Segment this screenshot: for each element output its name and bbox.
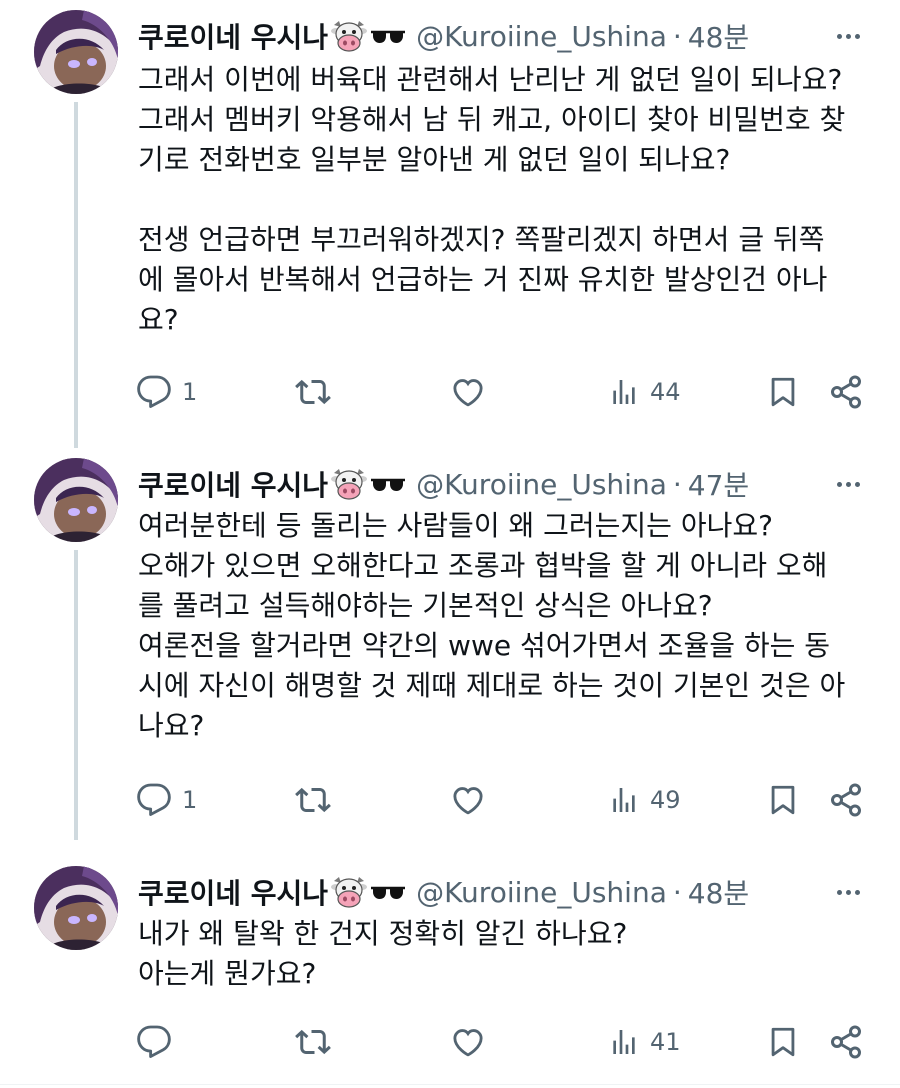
heart-icon — [453, 379, 483, 407]
views-button[interactable]: 44 — [608, 370, 681, 414]
sunglasses-icon — [370, 882, 406, 902]
user-handle[interactable]: @Kuroiine_Ushina — [416, 876, 667, 909]
share-icon — [831, 375, 861, 409]
text-line: 에 몰아서 반복해서 언급하는 거 진짜 유치한 발상인건 아나 — [138, 263, 828, 296]
share-button[interactable] — [828, 778, 864, 822]
timestamp[interactable]: 47분 — [688, 464, 749, 504]
text-line: 그래서 이번에 버육대 관련해서 난리난 게 없던 일이 되나요? — [138, 63, 843, 96]
share-icon — [831, 783, 861, 817]
text-line: 여론전을 할거라면 약간의 wwe 섞어가면서 조율을 하는 동 — [138, 629, 831, 662]
avatar[interactable] — [34, 866, 118, 950]
more-dots-icon[interactable] — [830, 466, 866, 502]
tweet-header: 쿠로이네 우시나 @Kuroiine_Ushina · 48분 — [138, 16, 870, 56]
retweet-icon — [295, 1029, 331, 1055]
cow-face-icon — [330, 19, 368, 53]
views-bar-chart-icon — [613, 1030, 635, 1054]
more-dots-icon[interactable] — [830, 18, 866, 54]
cow-face-icon — [330, 467, 368, 501]
tweet-header: 쿠로이네 우시나 @Kuroiine_Ushina · 48분 — [138, 872, 870, 912]
like-button[interactable] — [450, 1020, 496, 1064]
like-button[interactable] — [450, 778, 496, 822]
sunglasses-icon — [370, 474, 406, 494]
bookmark-button[interactable] — [766, 778, 800, 822]
bookmark-button[interactable] — [766, 1020, 800, 1064]
bookmark-icon — [771, 785, 795, 815]
user-handle[interactable]: @Kuroiine_Ushina — [416, 20, 667, 53]
separator-dot: · — [672, 467, 682, 501]
view-count: 44 — [650, 378, 681, 406]
share-icon — [831, 1025, 861, 1059]
display-name[interactable]: 쿠로이네 우시나 — [138, 464, 328, 504]
reply-button[interactable]: 1 — [136, 370, 197, 414]
tweet-text: 여러분한테 등 돌리는 사람들이 왜 그러는지는 아나요? 오해가 있으면 오해… — [138, 506, 860, 746]
text-line: 오해가 있으면 오해한다고 조롱과 협박을 할 게 아니라 오해 — [138, 549, 828, 582]
timestamp[interactable]: 48분 — [688, 16, 749, 56]
tweet-text: 내가 왜 탈왁 한 건지 정확히 알긴 하나요? 아는게 뭔가요? — [138, 914, 860, 994]
reply-button[interactable]: 1 — [136, 778, 197, 822]
text-line: 내가 왜 탈왁 한 건지 정확히 알긴 하나요? — [138, 917, 628, 950]
retweet-icon — [295, 379, 331, 405]
text-line: 요? — [138, 303, 179, 336]
action-bar: 1 44 — [136, 370, 876, 414]
text-line: 시에 자신이 해명할 것 제때 제대로 하는 것이 기본인 것은 아 — [138, 669, 846, 702]
views-button[interactable]: 49 — [608, 778, 681, 822]
sunglasses-icon — [370, 26, 406, 46]
action-bar: 1 49 — [136, 778, 876, 822]
share-button[interactable] — [828, 1020, 864, 1064]
retweet-icon — [295, 787, 331, 813]
tweet-header: 쿠로이네 우시나 @Kuroiine_Ushina · 47분 — [138, 464, 870, 504]
separator-dot: · — [672, 875, 682, 909]
tweet-3[interactable]: 쿠로이네 우시나 @Kuroiine_Ushina · 48분 내가 왜 탈왁 … — [0, 866, 900, 1076]
retweet-button[interactable] — [294, 778, 342, 822]
more-dots-icon[interactable] — [830, 874, 866, 910]
share-button[interactable] — [828, 370, 864, 414]
views-button[interactable]: 41 — [608, 1020, 681, 1064]
text-line: 나요? — [138, 709, 205, 742]
text-line: 그래서 멤버키 악용해서 남 뒤 캐고, 아이디 찾아 비밀번호 찾 — [138, 103, 846, 136]
avatar[interactable] — [34, 458, 118, 542]
text-line: 아는게 뭔가요? — [138, 957, 317, 990]
display-name[interactable]: 쿠로이네 우시나 — [138, 16, 328, 56]
views-bar-chart-icon — [613, 788, 635, 812]
text-line: 전생 언급하면 부끄러워하겠지? 쪽팔리겠지 하면서 글 뒤쪽 — [138, 223, 825, 256]
view-count: 49 — [650, 786, 681, 814]
thread-line — [74, 550, 78, 840]
reply-button[interactable] — [136, 1020, 182, 1064]
tweet-2[interactable]: 쿠로이네 우시나 @Kuroiine_Ushina · 47분 여러분한테 등 … — [0, 458, 900, 840]
bookmark-button[interactable] — [766, 370, 800, 414]
tweet-1[interactable]: 쿠로이네 우시나 @Kuroiine_Ushina · 48분 그래서 이번에 … — [0, 10, 900, 448]
avatar[interactable] — [34, 10, 118, 94]
timestamp[interactable]: 48분 — [688, 872, 749, 912]
separator-dot: · — [672, 19, 682, 53]
view-count: 41 — [650, 1028, 681, 1056]
retweet-button[interactable] — [294, 370, 342, 414]
reply-count: 1 — [182, 786, 198, 814]
text-line: 를 풀려고 설득해야하는 기본적인 상식은 아나요? — [138, 589, 713, 622]
reply-count: 1 — [182, 378, 198, 406]
text-line: 여러분한테 등 돌리는 사람들이 왜 그러는지는 아나요? — [138, 509, 773, 542]
heart-icon — [453, 787, 483, 815]
reply-icon — [137, 783, 171, 816]
like-button[interactable] — [450, 370, 496, 414]
bookmark-icon — [771, 1027, 795, 1057]
cow-face-icon — [330, 875, 368, 909]
display-name[interactable]: 쿠로이네 우시나 — [138, 872, 328, 912]
heart-icon — [453, 1029, 483, 1057]
action-bar: 41 — [136, 1020, 876, 1064]
reply-icon — [137, 1025, 171, 1058]
bottom-divider — [0, 1084, 900, 1085]
retweet-button[interactable] — [294, 1020, 342, 1064]
thread-line — [74, 102, 78, 448]
text-line: 기로 전화번호 일부분 알아낸 게 없던 일이 되나요? — [138, 143, 731, 176]
user-handle[interactable]: @Kuroiine_Ushina — [416, 468, 667, 501]
bookmark-icon — [771, 377, 795, 407]
tweet-text: 그래서 이번에 버육대 관련해서 난리난 게 없던 일이 되나요? 그래서 멤버… — [138, 60, 860, 340]
reply-icon — [137, 375, 171, 408]
views-bar-chart-icon — [613, 380, 635, 404]
